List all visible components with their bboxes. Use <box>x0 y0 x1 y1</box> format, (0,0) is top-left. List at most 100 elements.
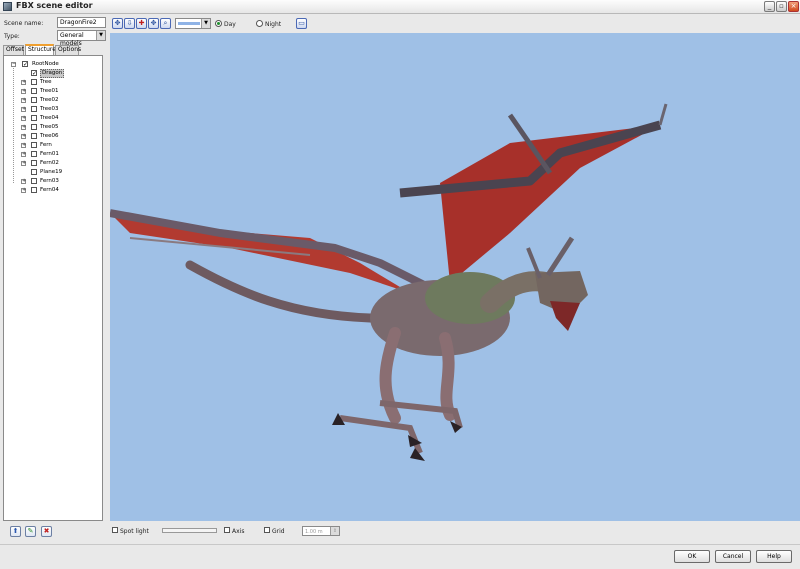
chevron-down-icon[interactable]: ▼ <box>96 31 105 40</box>
tree-label[interactable]: Dragon <box>40 69 65 78</box>
wing-claw-tip <box>658 103 668 126</box>
tree-row[interactable]: + Tree <box>4 78 102 87</box>
edit-icon[interactable]: ✎ <box>25 526 36 537</box>
axis-checkbox[interactable] <box>224 527 230 533</box>
tree-label[interactable]: Fern04 <box>40 186 59 195</box>
tree-row[interactable]: + Tree01 <box>4 87 102 96</box>
tree-label[interactable]: Fern <box>40 141 52 150</box>
rotate-icon[interactable]: ✚ <box>136 18 147 29</box>
tab-offset[interactable]: Offset <box>3 45 24 55</box>
tree-row[interactable]: + Tree02 <box>4 96 102 105</box>
dragon-leg-rear <box>439 332 456 421</box>
tree-checkbox[interactable] <box>31 79 37 85</box>
help-button[interactable]: Help <box>756 550 792 563</box>
root-checkbox[interactable]: ✓ <box>22 61 28 68</box>
tree-row[interactable]: ✓ Dragon <box>4 69 102 78</box>
day-radio[interactable] <box>215 20 222 27</box>
tree-row[interactable]: + Tree03 <box>4 105 102 114</box>
dragon-model <box>110 103 668 461</box>
expand-icon[interactable]: + <box>21 179 26 184</box>
tree-checkbox[interactable] <box>31 115 37 121</box>
minimize-button[interactable]: _ <box>764 1 775 12</box>
screenshot-icon[interactable]: ▭ <box>296 18 307 29</box>
tree-checkbox[interactable] <box>31 133 37 139</box>
expand-icon[interactable]: + <box>21 125 26 130</box>
night-radio[interactable] <box>256 20 263 27</box>
tab-structure[interactable]: Structure <box>25 44 56 55</box>
zoom-icon[interactable]: ⌕ <box>160 18 171 29</box>
tree-checkbox[interactable] <box>31 187 37 193</box>
tree-row[interactable]: + Fern04 <box>4 186 102 195</box>
expand-icon[interactable]: + <box>21 188 26 193</box>
cancel-button[interactable]: Cancel <box>715 550 751 563</box>
tree-row[interactable]: Plane19 <box>4 168 102 177</box>
move-view-icon[interactable]: ✥ <box>112 18 123 29</box>
tree-label[interactable]: Tree05 <box>40 123 58 132</box>
tree-row[interactable]: + Tree06 <box>4 132 102 141</box>
tree-checkbox[interactable] <box>31 106 37 112</box>
tree-row-root[interactable]: − ✓ RootNode <box>4 60 102 69</box>
tree-row[interactable]: + Fern <box>4 141 102 150</box>
tree-label[interactable]: Tree04 <box>40 114 58 123</box>
orbit-icon[interactable]: ✥ <box>148 18 159 29</box>
spot-light-checkbox[interactable] <box>112 527 118 533</box>
expand-icon[interactable]: + <box>21 80 26 85</box>
tree-label[interactable]: Tree02 <box>40 96 58 105</box>
tree-checkbox[interactable] <box>31 160 37 166</box>
scene-name-label: Scene name: <box>4 20 44 27</box>
pan-down-icon[interactable]: ⇩ <box>124 18 135 29</box>
tree-checkbox[interactable] <box>31 142 37 148</box>
night-label: Night <box>265 21 282 28</box>
scene-viewport[interactable] <box>110 33 800 521</box>
scene-tree[interactable]: − ✓ RootNode ✓ Dragon + Tree + Tree01 + Tree02 +… <box>3 55 103 521</box>
delete-icon[interactable]: ✖ <box>41 526 52 537</box>
close-button[interactable]: × <box>788 1 799 12</box>
expand-icon[interactable]: + <box>21 152 26 157</box>
ok-button[interactable]: OK <box>674 550 710 563</box>
tree-checkbox[interactable] <box>31 124 37 130</box>
tree-checkbox[interactable] <box>31 88 37 94</box>
tree-row[interactable]: + Fern01 <box>4 150 102 159</box>
expand-icon[interactable]: + <box>21 107 26 112</box>
expand-icon[interactable]: + <box>21 134 26 139</box>
tree-label[interactable]: Tree01 <box>40 87 58 96</box>
tree-row[interactable]: + Fern02 <box>4 159 102 168</box>
expand-icon[interactable]: + <box>21 116 26 121</box>
tree-row[interactable]: + Fern03 <box>4 177 102 186</box>
tree-label[interactable]: Fern03 <box>40 177 59 186</box>
dragon-jaw <box>550 301 580 331</box>
tree-label[interactable]: Fern02 <box>40 159 59 168</box>
grid-checkbox[interactable] <box>264 527 270 533</box>
import-icon[interactable]: ⬆ <box>10 526 21 537</box>
tree-row[interactable]: + Tree04 <box>4 114 102 123</box>
tree-label[interactable]: Tree06 <box>40 132 58 141</box>
tree-checkbox[interactable] <box>31 151 37 157</box>
dragon-foot-front <box>339 415 423 455</box>
tab-options[interactable]: Options <box>55 45 81 55</box>
tree-label[interactable]: Fern01 <box>40 150 59 159</box>
spot-light-slider[interactable] <box>162 528 217 533</box>
window-title: FBX scene editor <box>16 1 93 10</box>
chevron-down-icon[interactable]: ▼ <box>201 19 210 28</box>
type-select[interactable]: General models ▼ <box>57 30 106 47</box>
tree-label[interactable]: Tree <box>40 78 51 87</box>
collapse-icon[interactable]: − <box>11 62 16 67</box>
expand-icon[interactable]: + <box>21 143 26 148</box>
spot-light-label: Spot light <box>120 528 149 535</box>
tree-checkbox[interactable] <box>31 97 37 103</box>
tree-label[interactable]: Tree03 <box>40 105 58 114</box>
scene-name-input[interactable]: DragonFire2 <box>57 17 106 28</box>
stepper-icon[interactable]: ⇕ <box>330 527 339 535</box>
expand-icon[interactable]: + <box>21 161 26 166</box>
view-preset-select[interactable]: ▼ <box>175 18 211 29</box>
tree-checkbox[interactable]: ✓ <box>31 70 37 77</box>
grid-size-input[interactable]: 1.00 m ⇕ <box>302 526 340 536</box>
expand-icon[interactable]: + <box>21 89 26 94</box>
tree-label-root[interactable]: RootNode <box>32 60 59 69</box>
tree-label[interactable]: Plane19 <box>40 168 62 177</box>
tree-checkbox[interactable] <box>31 169 37 175</box>
tree-row[interactable]: + Tree05 <box>4 123 102 132</box>
expand-icon[interactable]: + <box>21 98 26 103</box>
maximize-button[interactable]: ▫ <box>776 1 787 12</box>
tree-checkbox[interactable] <box>31 178 37 184</box>
